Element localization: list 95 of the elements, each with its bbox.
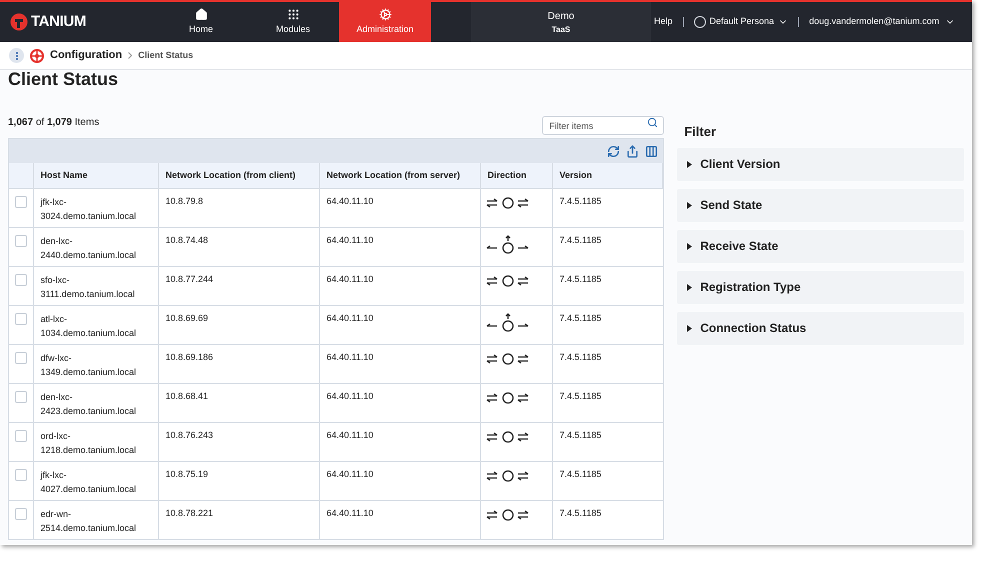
outgoing-arrows-icon bbox=[486, 234, 530, 254]
column-header: Version bbox=[552, 163, 663, 188]
server-location-cell: 64.40.11.10 bbox=[326, 196, 374, 206]
two-way-arrows-icon bbox=[486, 508, 530, 522]
filter-title: Filter bbox=[683, 123, 718, 141]
row-checkbox[interactable] bbox=[15, 196, 27, 208]
row-checkbox[interactable] bbox=[15, 508, 27, 520]
column-header: Network Location (from server) bbox=[319, 163, 480, 188]
version-cell: 7.4.5.1185 bbox=[560, 508, 602, 518]
version-cell: 7.4.5.1185 bbox=[560, 352, 602, 362]
grid-icon bbox=[286, 8, 300, 21]
filter-field[interactable]: Filter items bbox=[542, 116, 664, 135]
persona-menu[interactable]: Default Persona bbox=[694, 15, 788, 29]
column-header: Host Name bbox=[33, 163, 158, 188]
host-name-cell-text: edr-wn-2514.demo.tanium.local bbox=[40, 508, 138, 534]
client-location-cell: 10.8.69.186 bbox=[166, 352, 214, 362]
outgoing-arrows-icon bbox=[486, 312, 530, 332]
two-way-arrows-icon bbox=[486, 196, 530, 210]
caret-icon bbox=[687, 284, 692, 290]
server-location-cell: 64.40.11.10 bbox=[326, 312, 374, 322]
filter-section[interactable]: Client Version bbox=[677, 148, 964, 180]
version-cell: 7.4.5.1185 bbox=[560, 430, 602, 440]
help-link[interactable]: Help bbox=[654, 15, 673, 29]
filter-section[interactable]: Registration Type bbox=[677, 270, 964, 304]
two-way-arrows-icon bbox=[486, 468, 530, 482]
environment-sub: TaaS bbox=[552, 24, 570, 36]
host-name-cell-text: jfk-lxc-4027.demo.tanium.local bbox=[40, 468, 138, 496]
row-checkbox[interactable] bbox=[15, 234, 27, 246]
client-location-cell: 10.8.74.48 bbox=[166, 234, 208, 244]
host-name-cell-text: atl-lxc-1034.demo.tanium.local bbox=[40, 312, 138, 340]
filter-section[interactable]: Receive State bbox=[677, 230, 964, 262]
version-cell: 7.4.5.1185 bbox=[560, 312, 602, 322]
client-location-cell: 10.8.75.19 bbox=[166, 468, 208, 478]
caret-icon bbox=[687, 160, 692, 168]
version-cell: 7.4.5.1185 bbox=[560, 196, 602, 206]
server-location-cell: 64.40.11.10 bbox=[326, 468, 374, 478]
caret-icon bbox=[687, 202, 692, 208]
version-cell: 7.4.5.1185 bbox=[560, 468, 602, 478]
host-name-cell-text: jfk-lxc-3024.demo.tanium.local bbox=[40, 196, 138, 222]
caret-icon bbox=[687, 324, 692, 332]
host-name-cell-text: sfo-lxc-3111.demo.tanium.local bbox=[40, 274, 136, 300]
home-icon bbox=[194, 8, 208, 21]
menu-button[interactable] bbox=[9, 48, 24, 63]
breadcrumb-link[interactable]: Configuration bbox=[50, 47, 122, 64]
gear-icon bbox=[378, 8, 392, 21]
filter-section[interactable]: Send State bbox=[677, 188, 964, 222]
export-icon[interactable] bbox=[626, 144, 640, 158]
logo-icon bbox=[10, 13, 28, 31]
host-name-cell-text: ord-lxc-1218.demo.tanium.local bbox=[40, 430, 138, 456]
client-location-cell: 10.8.68.41 bbox=[166, 390, 208, 400]
nav-tab[interactable]: Modules bbox=[247, 2, 339, 42]
page-title: Client Status bbox=[8, 70, 120, 88]
client-location-cell: 10.8.76.243 bbox=[166, 430, 214, 440]
row-checkbox[interactable] bbox=[15, 274, 27, 286]
row-checkbox[interactable] bbox=[15, 312, 27, 324]
version-cell: 7.4.5.1185 bbox=[560, 274, 602, 284]
row-checkbox[interactable] bbox=[15, 430, 27, 442]
client-location-cell: 10.8.77.244 bbox=[166, 274, 214, 284]
two-way-arrows-icon bbox=[486, 352, 530, 366]
server-location-cell: 64.40.11.10 bbox=[326, 274, 374, 284]
row-checkbox[interactable] bbox=[15, 352, 27, 364]
brand-name: TANIUM bbox=[31, 12, 86, 32]
host-name-cell-text: dfw-lxc-1349.demo.tanium.local bbox=[40, 352, 138, 378]
item-count: 1,067 of 1,079 Items bbox=[8, 116, 100, 130]
version-cell: 7.4.5.1185 bbox=[560, 390, 602, 400]
environment-name: Demo bbox=[548, 10, 574, 24]
search-icon bbox=[647, 116, 658, 128]
server-location-cell: 64.40.11.10 bbox=[326, 508, 374, 518]
server-location-cell: 64.40.11.10 bbox=[326, 352, 374, 362]
server-location-cell: 64.40.11.10 bbox=[326, 430, 374, 440]
client-location-cell: 10.8.79.8 bbox=[166, 196, 204, 206]
client-location-cell: 10.8.78.221 bbox=[166, 508, 214, 518]
filter-section[interactable]: Connection Status bbox=[677, 312, 964, 344]
caret-icon bbox=[687, 242, 692, 250]
refresh-icon[interactable] bbox=[607, 144, 620, 158]
server-location-cell: 64.40.11.10 bbox=[326, 390, 374, 400]
nav-tab[interactable]: Home bbox=[155, 2, 247, 42]
two-way-arrows-icon bbox=[486, 430, 530, 444]
server-location-cell: 64.40.11.10 bbox=[326, 234, 374, 244]
row-checkbox[interactable] bbox=[15, 390, 27, 402]
host-name-cell-text: den-lxc-2440.demo.tanium.local bbox=[40, 234, 138, 262]
column-header: Direction bbox=[480, 163, 552, 188]
column-header: Network Location (from client) bbox=[158, 163, 319, 188]
wheel-icon bbox=[30, 48, 44, 62]
chevron-right-icon bbox=[128, 52, 132, 59]
two-way-arrows-icon bbox=[486, 274, 530, 288]
user-menu[interactable]: doug.vandermolen@tanium.com bbox=[809, 15, 956, 29]
nav-tab[interactable]: Administration bbox=[339, 2, 431, 42]
version-cell: 7.4.5.1185 bbox=[560, 234, 602, 244]
client-location-cell: 10.8.69.69 bbox=[166, 312, 208, 322]
breadcrumb-current: Client Status bbox=[138, 48, 194, 62]
two-way-arrows-icon bbox=[486, 390, 530, 404]
columns-icon[interactable] bbox=[645, 144, 658, 158]
row-checkbox[interactable] bbox=[15, 468, 27, 480]
host-name-cell-text: den-lxc-2423.demo.tanium.local bbox=[40, 390, 138, 418]
